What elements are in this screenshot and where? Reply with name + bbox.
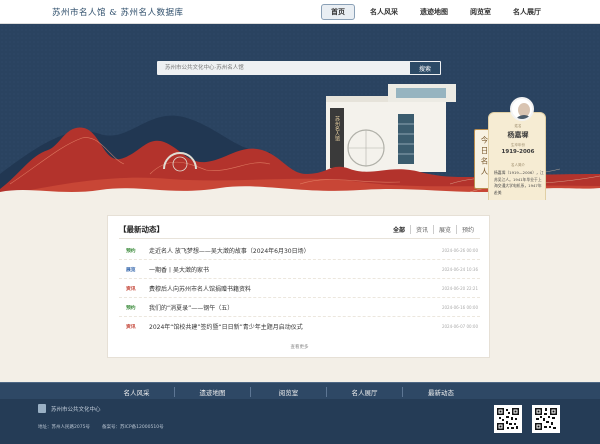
- name-label: 姓名: [514, 124, 522, 128]
- news-headline[interactable]: 走近名人 放飞梦想——吴大澂的故事（2024年6月30日场）: [149, 246, 310, 255]
- news-date: 2024-06-07 00:00: [441, 323, 478, 329]
- filter-all[interactable]: 全部: [388, 225, 410, 234]
- celebrity-avatar: [510, 97, 534, 121]
- news-date: 2024-06-26 00:00: [441, 247, 478, 253]
- org-name: 苏州市公共文化中心: [51, 407, 101, 413]
- filter-booking[interactable]: 预约: [455, 225, 479, 234]
- nav-home[interactable]: 首页: [321, 4, 355, 20]
- search-button[interactable]: 搜索: [410, 62, 440, 74]
- footer: 苏州市公共文化中心 地址：苏州人民路2075号 备案号：苏ICP备1200051…: [0, 399, 600, 444]
- search-input[interactable]: [157, 61, 409, 75]
- footer-nav-relic-map[interactable]: 遗迹地图: [175, 387, 251, 397]
- qr-code-icon: [532, 405, 560, 433]
- news-filters: 全部 资讯 展览 预约: [388, 225, 479, 234]
- news-headline[interactable]: 一期香丨吴大澂的家书: [149, 265, 209, 274]
- celebrity-name: 杨嘉墀: [507, 131, 529, 139]
- main-nav: 首页 名人风采 遗迹地图 阅览室 名人展厅: [321, 4, 548, 20]
- bio-label: 名人简介: [511, 163, 525, 167]
- news-tag: 资讯: [126, 325, 136, 330]
- nav-reading-room[interactable]: 阅览室: [463, 4, 498, 20]
- news-tag: 预约: [126, 249, 136, 254]
- nav-relic-map[interactable]: 遗迹地图: [413, 4, 455, 20]
- footer-address: 地址：苏州人民路2075号: [38, 425, 90, 430]
- search-bar: 搜索: [157, 61, 441, 75]
- top-bar: 苏州市名人馆 & 苏州名人数据库 首页 名人风采 遗迹地图 阅览室 名人展厅: [0, 0, 600, 24]
- view-more-link[interactable]: 查看更多: [108, 344, 491, 350]
- news-headline[interactable]: 费穆后人向苏州市名人馆捐赠书籍资料: [149, 284, 251, 293]
- news-headline[interactable]: 2024年“馆校共建”签约暨“日日新”青少年主题月启动仪式: [149, 322, 303, 331]
- org-logo-icon: [38, 404, 46, 413]
- celebrity-bio: 杨嘉墀（1919—2006），江苏吴江人。1941年毕业于上海交通大学电机系，1…: [494, 170, 544, 195]
- celebrity-card[interactable]: 姓名 杨嘉墀 生卒年份 1919-2006 名人简介 杨嘉墀（1919—2006…: [488, 97, 546, 200]
- filter-exhibition[interactable]: 展览: [432, 225, 456, 234]
- news-date: 2024-06-24 10:36: [441, 266, 478, 272]
- news-date: 2024-06-16 00:00: [441, 304, 478, 310]
- news-item[interactable]: 资讯 费穆后人向苏州市名人馆捐赠书籍资料 2024-06-20 22:21: [119, 279, 480, 298]
- news-item[interactable]: 展览 一期香丨吴大澂的家书 2024-06-24 10:36: [119, 260, 480, 279]
- news-item[interactable]: 资讯 2024年“馆校共建”签约暨“日日新”青少年主题月启动仪式 2024-06…: [119, 317, 480, 336]
- news-title: 【最新动态】: [119, 225, 164, 234]
- news-headline[interactable]: 我们的“消夏录”——钢午（五）: [149, 303, 233, 312]
- footer-nav-exhibition-hall[interactable]: 名人展厅: [327, 387, 403, 397]
- hero-banner: 苏州名人馆 ​ 搜索 今日名人: [0, 24, 600, 200]
- celebrity-years: 1919-2006: [501, 149, 535, 155]
- museum-building: 苏州名人馆: [326, 84, 456, 172]
- decorative-poem-left: ​: [20, 40, 26, 130]
- news-date: 2024-06-20 22:21: [441, 285, 478, 291]
- footer-nav: 名人风采 遗迹地图 阅览室 名人展厅 最新动态: [0, 382, 600, 399]
- news-divider: [119, 238, 480, 239]
- news-item[interactable]: 预约 走近名人 放飞梦想——吴大澂的故事（2024年6月30日场） 2024-0…: [119, 241, 480, 260]
- news-panel: 【最新动态】 全部 资讯 展览 预约 预约 走近名人 放飞梦想——吴大澂的故事（…: [107, 215, 490, 358]
- qr-code-icon: [494, 405, 522, 433]
- nav-celebrity-style[interactable]: 名人风采: [363, 4, 405, 20]
- footer-nav-celebrity-style[interactable]: 名人风采: [99, 387, 175, 397]
- news-tag: 展览: [126, 268, 136, 273]
- footer-nav-latest-news[interactable]: 最新动态: [403, 387, 479, 397]
- news-tag: 资讯: [126, 287, 136, 292]
- footer-icp[interactable]: 备案号：苏ICP备12000510号: [102, 424, 164, 430]
- news-item[interactable]: 预约 我们的“消夏录”——钢午（五） 2024-06-16 00:00: [119, 298, 480, 317]
- news-tag: 预约: [126, 306, 136, 311]
- footer-nav-reading-room[interactable]: 阅览室: [251, 387, 327, 397]
- filter-news[interactable]: 资讯: [409, 225, 433, 234]
- svg-text:苏州名人馆: 苏州名人馆: [334, 115, 340, 142]
- nav-exhibition-hall[interactable]: 名人展厅: [506, 4, 548, 20]
- site-logo[interactable]: 苏州市名人馆 & 苏州名人数据库: [52, 6, 183, 18]
- years-label: 生卒年份: [511, 143, 525, 147]
